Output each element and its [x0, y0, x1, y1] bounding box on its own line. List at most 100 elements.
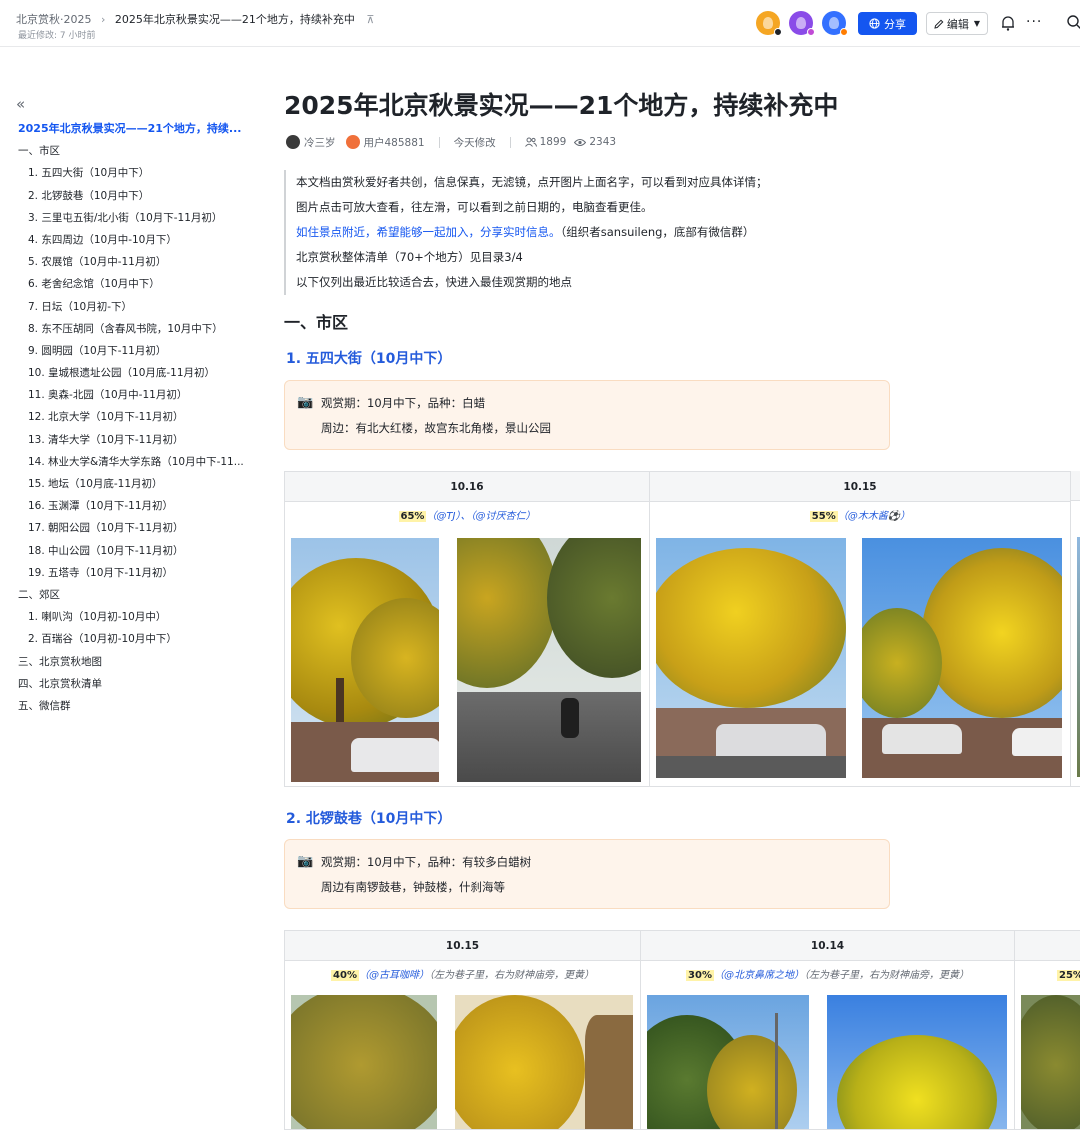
toc-item[interactable]: 11. 奥森-北园（10月中-11月初）	[18, 384, 246, 406]
toc-item[interactable]: 7. 日坛（10月初-下）	[18, 296, 246, 318]
table-column: 10.14 30% （@北京鼻席之地）（左为巷子里，右为财神庙旁，更黄）	[641, 931, 1015, 1129]
photo-thumbnail[interactable]	[647, 995, 809, 1129]
avatar[interactable]	[756, 11, 782, 36]
avatar[interactable]	[789, 11, 815, 36]
date-header: 10.16	[285, 472, 649, 502]
toc-item[interactable]: 1. 喇叭沟（10月初-10月中）	[18, 606, 246, 628]
author-name[interactable]: 用户485881	[364, 135, 425, 150]
intro-line: 图片点击可放大查看，往左滑，可以看到之前日期的，电脑查看更佳。	[296, 200, 653, 214]
camera-icon: 📷	[297, 395, 314, 410]
divider	[509, 136, 511, 148]
toc-item[interactable]: 15. 地坛（10月底-11月初）	[18, 473, 246, 495]
photo-caption: 55% （@木木酱⚽）	[650, 502, 1070, 532]
intro-line: 如住景点附近，希望能够一起加入，分享实时信息。（组织者sansuileng，底部…	[296, 220, 768, 245]
photo-thumbnail[interactable]	[656, 538, 846, 778]
toc-item[interactable]: 3. 三里屯五街/北小街（10月下-11月初）	[18, 207, 246, 229]
contributor-link[interactable]: （@北京鼻席之地）	[714, 970, 804, 981]
breadcrumb-parent[interactable]: 北京赏秋·2025	[16, 13, 92, 26]
photo-note: （左为巷子里，右为财神庙旁，更黄）	[803, 970, 969, 981]
collaborator-count: 1899	[539, 136, 567, 148]
collapse-sidebar-icon[interactable]: «	[16, 95, 25, 113]
people-icon	[524, 137, 537, 147]
toc-sidebar: « 2025年北京秋景实况——21个地方，持续... 一、市区 1. 五四大街（10…	[0, 48, 250, 1073]
section-heading: 一、市区	[284, 313, 349, 332]
avatar[interactable]	[822, 11, 848, 36]
table-column: 10.15 40% （@古耳咖啡）（左为巷子里，右为财神庙旁，更黄）	[285, 931, 641, 1129]
eye-icon	[574, 138, 587, 146]
toc-item[interactable]: 16. 玉渊潭（10月下-11月初）	[18, 495, 246, 517]
date-header: 10.14	[641, 931, 1014, 961]
percent-badge: 65%	[398, 511, 427, 522]
toc-item-title[interactable]: 2025年北京秋景实况——21个地方，持续...	[18, 118, 246, 140]
photo-thumbnail[interactable]	[1021, 995, 1080, 1129]
intro-line-rest: （组织者sansuileng，底部有微信群）	[560, 225, 755, 239]
contributor-link[interactable]: （@古耳咖啡）	[359, 970, 429, 981]
photo-caption: 40% （@古耳咖啡）（左为巷子里，右为财神庙旁，更黄）	[285, 961, 640, 991]
toc-item[interactable]: 9. 圆明园（10月下-11月初）	[18, 340, 246, 362]
percent-badge: 25%	[1057, 970, 1080, 981]
photo-thumbnail[interactable]	[455, 995, 633, 1129]
toc-item[interactable]: 2. 北锣鼓巷（10月中下）	[18, 185, 246, 207]
toc-section-item[interactable]: 五、微信群	[18, 695, 246, 717]
toc-item[interactable]: 18. 中山公园（10月下-11月初）	[18, 540, 246, 562]
share-label: 分享	[884, 17, 906, 31]
toc-item[interactable]: 17. 朝阳公园（10月下-11月初）	[18, 517, 246, 539]
toc-item[interactable]: 6. 老舍纪念馆（10月中下）	[18, 273, 246, 295]
toc-item[interactable]: 14. 林业大学&清华大学东路（10月中下-11...	[18, 451, 246, 473]
bell-icon[interactable]	[1000, 14, 1016, 32]
edit-button[interactable]: 编辑 ▼	[926, 12, 988, 35]
callout-line: 观赏期：10月中下，品种：白蜡	[321, 396, 486, 410]
photo-thumbnail[interactable]	[827, 995, 1007, 1129]
callout-line: 观赏期：10月中下，品种：有较多白蜡树	[321, 855, 532, 869]
toc-item[interactable]: 5. 农展馆（10月中-11月初）	[18, 251, 246, 273]
doc-meta: 冷三岁 用户485881 今天修改 1899 2343	[286, 134, 616, 150]
table-column-overflow	[1070, 471, 1080, 787]
avatar[interactable]	[345, 135, 360, 149]
contributor-link[interactable]: （@TJ）、（@讨厌杏仁）	[426, 511, 535, 522]
table-column: 25%	[1015, 931, 1080, 1129]
photo-thumbnail[interactable]	[862, 538, 1062, 778]
breadcrumb-current[interactable]: 2025年北京秋景实况——21个地方，持续补充中	[115, 13, 355, 26]
author-name[interactable]: 冷三岁	[304, 135, 336, 150]
toc-section-item[interactable]: 三、北京赏秋地图	[18, 651, 246, 673]
percent-badge: 30%	[686, 970, 714, 981]
avatar[interactable]	[286, 135, 300, 149]
toc-item[interactable]: 8. 东不压胡同（含春风书院，10月中下）	[18, 318, 246, 340]
more-icon[interactable]: ···	[1026, 14, 1042, 30]
contributor-link[interactable]: （@木木酱⚽）	[838, 511, 910, 522]
pin-icon[interactable]: ⊼	[366, 13, 374, 26]
table-column: 10.16 65% （@TJ）、（@讨厌杏仁）	[285, 472, 650, 786]
toc-item[interactable]: 10. 皇城根遗址公园（10月底-11月初）	[18, 362, 246, 384]
percent-badge: 55%	[809, 511, 838, 522]
top-bar: 北京赏秋·2025 › 2025年北京秋景实况——21个地方，持续补充中 ⊼ 最…	[0, 0, 1080, 47]
photo-thumbnail[interactable]	[291, 995, 437, 1129]
photo-thumbnail[interactable]	[457, 538, 641, 782]
share-button[interactable]: 分享	[858, 12, 917, 35]
info-callout: 📷 观赏期：10月中下，品种：有较多白蜡树 周边有南锣鼓巷，钟鼓楼，什刹海等	[284, 839, 890, 909]
photo-caption: 25%	[1015, 961, 1080, 991]
toc-item[interactable]: 1. 五四大街（10月中下）	[18, 162, 246, 184]
toc-item[interactable]: 4. 东四周边（10月中-10月下）	[18, 229, 246, 251]
photo-thumbnail[interactable]	[291, 538, 439, 782]
toc-item[interactable]: 12. 北京大学（10月下-11月初）	[18, 406, 246, 428]
info-callout: 📷 观赏期：10月中下，品种：白蜡 周边：有北大红楼，故宫东北角楼，景山公园	[284, 380, 890, 450]
photo-table: 10.16 65% （@TJ）、（@讨厌杏仁） 10.15 55% （@木木酱⚽）	[284, 471, 1080, 787]
spot-heading: 2. 北锣鼓巷（10月中下）	[286, 811, 452, 827]
collaborator-avatars	[756, 11, 848, 36]
callout-line: 周边有南锣鼓巷，钟鼓楼，什刹海等	[321, 880, 505, 894]
modified-text: 今天修改	[453, 136, 496, 149]
search-icon[interactable]	[1066, 14, 1080, 30]
toc-section-item[interactable]: 四、北京赏秋清单	[18, 673, 246, 695]
toc-item[interactable]: 2. 百瑞谷（10月初-10月中下）	[18, 628, 246, 650]
toc-item[interactable]: 19. 五塔寺（10月下-11月初）	[18, 562, 246, 584]
edit-label: 编辑	[946, 17, 969, 31]
spot-heading: 1. 五四大街（10月中下）	[286, 351, 452, 367]
pencil-icon	[934, 19, 944, 29]
toc-section-item[interactable]: 二、郊区	[18, 584, 246, 606]
intro-quote: 本文档由赏秋爱好者共创，信息保真，无滤镜，点开图片上面名字，可以看到对应具体详情…	[284, 170, 768, 295]
callout-line: 周边：有北大红楼，故宫东北角楼，景山公园	[321, 421, 551, 435]
toc-item[interactable]: 13. 清华大学（10月下-11月初）	[18, 429, 246, 451]
last-modified: 最近修改: 7 小时前	[18, 31, 96, 41]
page-title: 2025年北京秋景实况——21个地方，持续补充中	[284, 91, 839, 120]
toc-section-item[interactable]: 一、市区	[18, 140, 246, 162]
